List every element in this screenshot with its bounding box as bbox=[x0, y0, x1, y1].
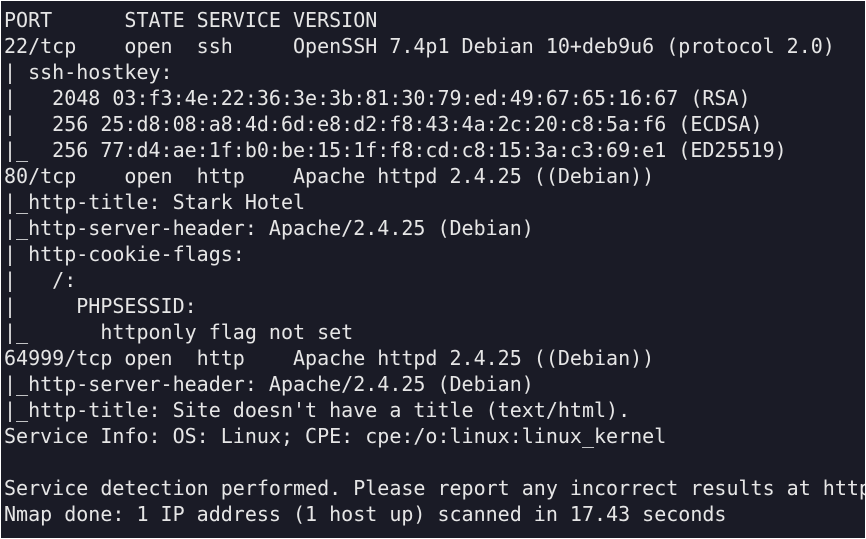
http-server-header-line: |_http-server-header: Apache/2.4.25 (Deb… bbox=[4, 216, 534, 240]
cookie-path-line: | /: bbox=[4, 268, 77, 292]
terminal-window[interactable]: PORT STATE SERVICE VERSION 22/tcp open s… bbox=[1, 1, 865, 538]
cookie-name-line: | PHPSESSID: bbox=[4, 294, 197, 318]
service-info-line: Service Info: OS: Linux; CPE: cpe:/o:lin… bbox=[4, 424, 667, 448]
cookie-httponly-line: |_ httponly flag not set bbox=[4, 320, 354, 344]
port-22-line: 22/tcp open ssh OpenSSH 7.4p1 Debian 10+… bbox=[4, 34, 835, 58]
port-80-line: 80/tcp open http Apache httpd 2.4.25 ((D… bbox=[4, 164, 655, 188]
service-detection-line: Service detection performed. Please repo… bbox=[4, 476, 865, 500]
http-server-header-line-2: |_http-server-header: Apache/2.4.25 (Deb… bbox=[4, 372, 534, 396]
http-title-line: |_http-title: Stark Hotel bbox=[4, 190, 306, 214]
nmap-done-line: Nmap done: 1 IP address (1 host up) scan… bbox=[4, 502, 727, 526]
ssh-hostkey-ecdsa-line: | 256 25:d8:08:a8:4d:6d:e8:d2:f8:43:4a:2… bbox=[4, 112, 763, 136]
terminal-output: PORT STATE SERVICE VERSION 22/tcp open s… bbox=[4, 7, 865, 527]
http-title-line-2: |_http-title: Site doesn't have a title … bbox=[4, 398, 631, 422]
nmap-header-line: PORT STATE SERVICE VERSION bbox=[4, 8, 378, 32]
ssh-hostkey-rsa-line: | 2048 03:f3:4e:22:36:3e:3b:81:30:79:ed:… bbox=[4, 86, 751, 110]
port-64999-line: 64999/tcp open http Apache httpd 2.4.25 … bbox=[4, 346, 655, 370]
ssh-hostkey-ed25519-line: |_ 256 77:d4:ae:1f:b0:be:15:1f:f8:cd:c8:… bbox=[4, 138, 787, 162]
http-cookie-flags-line: | http-cookie-flags: bbox=[4, 242, 245, 266]
ssh-hostkey-line: | ssh-hostkey: bbox=[4, 60, 173, 84]
